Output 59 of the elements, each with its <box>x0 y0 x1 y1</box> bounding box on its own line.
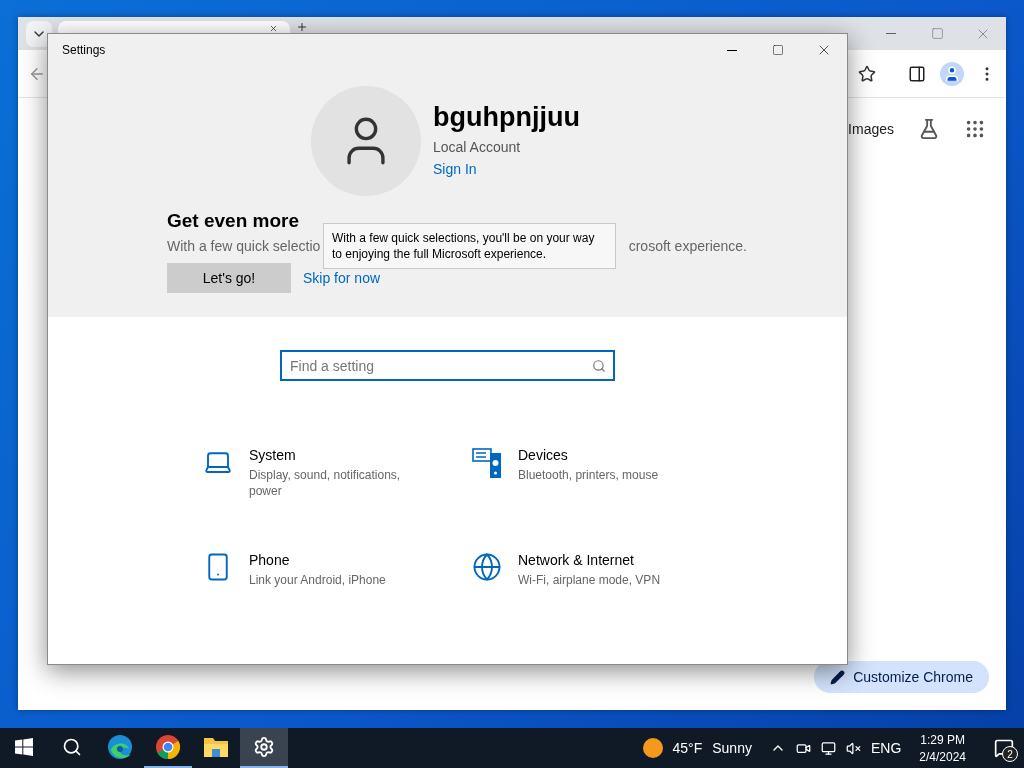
profile-icon[interactable] <box>940 61 964 86</box>
close-icon[interactable] <box>269 24 278 33</box>
temperature: 45°F <box>672 740 703 756</box>
settings-category[interactable]: Network & Internet Wi-Fi, airplane mode, VPN <box>472 552 741 609</box>
category-description: Link your Android, iPhone <box>249 572 387 588</box>
language-indicator[interactable]: ENG <box>870 740 902 756</box>
banner-text: crosoft experience. <box>628 238 747 254</box>
category-title: Devices <box>518 447 569 463</box>
tab-search-button[interactable] <box>26 21 52 47</box>
sign-in-link[interactable]: Sign In <box>433 161 580 177</box>
banner-text: With a few quick selectio <box>167 238 321 254</box>
category-description: Wi-Fi, airplane mode, VPN <box>518 572 662 588</box>
muted-speaker-icon[interactable] <box>845 740 861 756</box>
sun-icon <box>642 738 663 758</box>
weather-condition: Sunny <box>712 740 752 756</box>
settings-category[interactable]: Phone Link your Android, iPhone <box>203 552 472 609</box>
gear-icon <box>253 736 275 758</box>
lets-go-button[interactable]: Let's go! <box>167 263 291 293</box>
side-panel-icon[interactable] <box>908 64 926 83</box>
banner-heading: Get even more <box>167 210 300 232</box>
images-link[interactable]: Images <box>848 121 894 137</box>
banner-tooltip: With a few quick selections, you'll be on your way to enjoying the full Microsoft experience. <box>323 223 616 269</box>
notification-count: 2 <box>1002 746 1018 762</box>
category-title: Network & Internet <box>518 552 635 568</box>
chrome-logo-icon <box>155 734 181 760</box>
category-title: System <box>249 447 297 463</box>
date: 2/4/2024 <box>919 749 966 764</box>
windows-logo-icon <box>15 738 33 756</box>
category-description: Bluetooth, printers, mouse <box>518 467 660 483</box>
pencil-icon <box>830 669 846 685</box>
customize-chrome-button[interactable]: Customize Chrome <box>814 661 989 693</box>
category-title: Phone <box>249 552 291 568</box>
minimize-icon <box>727 49 737 51</box>
new-tab-icon[interactable] <box>296 21 308 33</box>
settings-category[interactable]: Devices Bluetooth, printers, mouse <box>472 447 741 504</box>
settings-category[interactable]: System Display, sound, notifications, power <box>203 447 472 504</box>
window-title: Settings <box>62 43 106 57</box>
folder-icon <box>203 736 229 758</box>
skip-link[interactable]: Skip for now <box>303 270 381 286</box>
category-description: Display, sound, notifications, power <box>249 467 402 499</box>
clock[interactable]: 1:29 PM 2/4/2024 <box>911 732 974 764</box>
minimize-icon <box>886 33 896 34</box>
notifications-button[interactable]: 2 <box>984 728 1024 768</box>
flask-icon[interactable] <box>918 118 940 140</box>
time: 1:29 PM <box>920 732 965 747</box>
search-icon <box>592 359 606 373</box>
swirl-logo-icon <box>107 734 133 760</box>
star-icon[interactable] <box>858 64 876 83</box>
account-type: Local Account <box>433 139 522 155</box>
keyboard-speaker-icon <box>472 447 502 479</box>
maximize-icon <box>772 44 784 56</box>
globe-icon <box>472 552 502 582</box>
maximize-icon <box>930 27 944 40</box>
apps-grid-icon[interactable] <box>964 118 986 140</box>
taskbar-button[interactable] <box>240 728 288 768</box>
search-field[interactable]: Find a setting <box>280 350 615 381</box>
network-icon[interactable] <box>820 740 836 756</box>
search-icon <box>62 737 82 757</box>
user-name: bguhpnjjuu <box>433 102 580 133</box>
